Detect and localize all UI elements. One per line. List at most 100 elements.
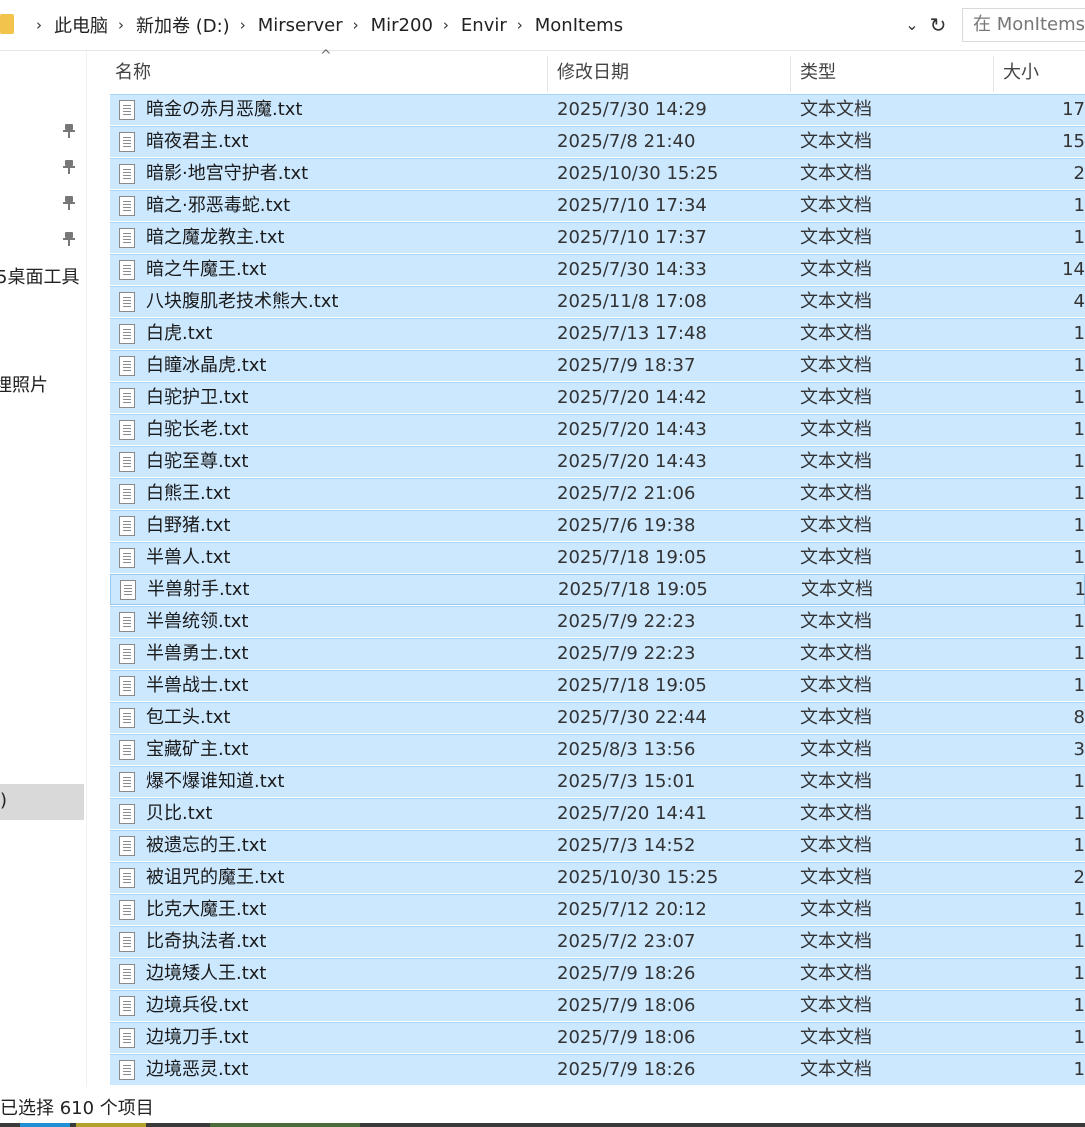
file-name: 被诅咒的魔王.txt — [146, 867, 285, 888]
file-name: 半兽射手.txt — [147, 579, 250, 600]
file-row[interactable]: 边境恶灵.txt 2025/7/9 18:26 文本文档 1 — [110, 1054, 1085, 1085]
breadcrumb-item[interactable]: 此电脑 — [52, 10, 110, 40]
file-row[interactable]: 白熊王.txt 2025/7/2 21:06 文本文档 1 — [110, 478, 1085, 509]
file-row[interactable]: 白虎.txt 2025/7/13 17:48 文本文档 1 — [110, 318, 1085, 349]
file-row[interactable]: 半兽统领.txt 2025/7/9 22:23 文本文档 1 — [110, 606, 1085, 637]
text-file-icon — [119, 260, 135, 280]
file-name: 白驼护卫.txt — [146, 387, 249, 408]
file-row[interactable]: 边境兵役.txt 2025/7/9 18:06 文本文档 1 — [110, 990, 1085, 1021]
header-type[interactable]: 类型 — [800, 52, 836, 94]
text-file-icon — [119, 644, 135, 664]
refresh-icon[interactable]: ↻ — [926, 12, 950, 38]
file-row[interactable]: 暗之·邪恶毒蛇.txt 2025/7/10 17:34 文本文档 1 — [110, 190, 1085, 221]
file-row[interactable]: 半兽射手.txt 2025/7/18 19:05 文本文档 1 — [110, 574, 1085, 605]
search-input[interactable]: 在 MonItems — [962, 8, 1085, 42]
taskbar-strip — [0, 1123, 1085, 1127]
navigation-pane[interactable]: 5桌面工具 埋照片 ) ) — [0, 51, 87, 1087]
selection-count: 已选择 610 个项目 — [0, 1098, 154, 1119]
breadcrumb-chevron-icon[interactable]: › — [36, 16, 42, 34]
text-file-icon — [119, 196, 135, 216]
nav-item-desktop-tools[interactable]: 5桌面工具 — [0, 263, 79, 289]
text-file-icon — [119, 740, 135, 760]
file-row[interactable]: 暗之魔龙教主.txt 2025/7/10 17:37 文本文档 1 — [110, 222, 1085, 253]
text-file-icon — [119, 132, 135, 152]
breadcrumb-chevron-icon[interactable]: › — [240, 16, 246, 34]
file-row[interactable]: 宝藏矿主.txt 2025/8/3 13:56 文本文档 3 — [110, 734, 1085, 765]
nav-item-selected[interactable]: ) — [0, 784, 84, 820]
file-size: 1 — [1073, 835, 1085, 856]
file-row[interactable]: 边境刀手.txt 2025/7/9 18:06 文本文档 1 — [110, 1022, 1085, 1053]
file-row[interactable]: 比奇执法者.txt 2025/7/2 23:07 文本文档 1 — [110, 926, 1085, 957]
file-row[interactable]: 白野猪.txt 2025/7/6 19:38 文本文档 1 — [110, 510, 1085, 541]
file-row[interactable]: 暗金の赤月恶魔.txt 2025/7/30 14:29 文本文档 17 — [110, 94, 1085, 125]
breadcrumb-item[interactable]: 新加卷 (D:) — [134, 10, 232, 40]
text-file-icon — [119, 772, 135, 792]
address-history-chevron-icon[interactable]: ⌄ — [901, 12, 923, 38]
file-name: 边境矮人王.txt — [146, 963, 267, 984]
header-date-modified[interactable]: 修改日期 — [557, 52, 629, 94]
nav-item-drive[interactable]: ) — [0, 827, 1, 848]
file-size: 1 — [1073, 771, 1085, 792]
file-type: 文本文档 — [800, 995, 872, 1016]
breadcrumb[interactable]: › 此电脑 › 新加卷 (D:) › Mirserver › Mir200 › Envir › Mon… — [28, 10, 625, 40]
file-row[interactable]: 白驼长老.txt 2025/7/20 14:43 文本文档 1 — [110, 414, 1085, 445]
file-date: 2025/7/2 21:06 — [557, 483, 696, 504]
file-list[interactable]: 暗金の赤月恶魔.txt 2025/7/30 14:29 文本文档 17 暗夜君主.txt… — [110, 94, 1085, 1087]
text-file-icon — [119, 484, 135, 504]
breadcrumb-chevron-icon[interactable]: › — [118, 16, 124, 34]
file-date: 2025/7/30 22:44 — [557, 707, 707, 728]
file-date: 2025/7/2 23:07 — [557, 931, 696, 952]
text-file-icon — [119, 804, 135, 824]
file-date: 2025/7/18 19:05 — [557, 547, 707, 568]
file-size: 1 — [1073, 451, 1085, 472]
text-file-icon — [119, 356, 135, 376]
file-size: 1 — [1073, 1027, 1085, 1048]
file-type: 文本文档 — [800, 451, 872, 472]
file-row[interactable]: 暗之牛魔王.txt 2025/7/30 14:33 文本文档 14 — [110, 254, 1085, 285]
file-row[interactable]: 白驼至尊.txt 2025/7/20 14:43 文本文档 1 — [110, 446, 1085, 477]
file-row[interactable]: 白驼护卫.txt 2025/7/20 14:42 文本文档 1 — [110, 382, 1085, 413]
file-size: 1 — [1073, 355, 1085, 376]
file-row[interactable]: 暗夜君主.txt 2025/7/8 21:40 文本文档 15 — [110, 126, 1085, 157]
file-row[interactable]: 爆不爆谁知道.txt 2025/7/3 15:01 文本文档 1 — [110, 766, 1085, 797]
file-name: 半兽战士.txt — [146, 675, 249, 696]
breadcrumb-item[interactable]: Mirserver — [256, 13, 345, 38]
breadcrumb-chevron-icon[interactable]: › — [443, 16, 449, 34]
file-size: 1 — [1073, 803, 1085, 824]
file-date: 2025/7/12 20:12 — [557, 899, 707, 920]
file-type: 文本文档 — [800, 1059, 872, 1080]
file-name: 暗夜君主.txt — [146, 131, 249, 152]
file-row[interactable]: 八块腹肌老技术熊大.txt 2025/11/8 17:08 文本文档 4 — [110, 286, 1085, 317]
file-type: 文本文档 — [800, 963, 872, 984]
file-type: 文本文档 — [800, 899, 872, 920]
file-row[interactable]: 比克大魔王.txt 2025/7/12 20:12 文本文档 1 — [110, 894, 1085, 925]
file-row[interactable]: 边境矮人王.txt 2025/7/9 18:26 文本文档 1 — [110, 958, 1085, 989]
text-file-icon — [119, 932, 135, 952]
file-row[interactable]: 半兽勇士.txt 2025/7/9 22:23 文本文档 1 — [110, 638, 1085, 669]
file-row[interactable]: 被遗忘的王.txt 2025/7/3 14:52 文本文档 1 — [110, 830, 1085, 861]
file-row[interactable]: 包工头.txt 2025/7/30 22:44 文本文档 8 — [110, 702, 1085, 733]
breadcrumb-item[interactable]: Envir — [459, 13, 509, 38]
address-bar[interactable]: › 此电脑 › 新加卷 (D:) › Mirserver › Mir200 › Envir › Mon… — [0, 0, 1085, 51]
file-row[interactable]: 暗影·地宫守护者.txt 2025/10/30 15:25 文本文档 2 — [110, 158, 1085, 189]
file-size: 1 — [1073, 643, 1085, 664]
nav-item-photos[interactable]: 埋照片 — [0, 371, 48, 397]
breadcrumb-item[interactable]: MonItems — [533, 13, 625, 38]
file-date: 2025/7/10 17:37 — [557, 227, 707, 248]
file-row[interactable]: 半兽人.txt 2025/7/18 19:05 文本文档 1 — [110, 542, 1085, 573]
file-date: 2025/11/8 17:08 — [557, 291, 707, 312]
file-type: 文本文档 — [800, 163, 872, 184]
header-name[interactable]: 名称 — [115, 52, 151, 94]
text-file-icon — [119, 996, 135, 1016]
header-size[interactable]: 大小 — [1003, 52, 1039, 94]
file-row[interactable]: 贝比.txt 2025/7/20 14:41 文本文档 1 — [110, 798, 1085, 829]
breadcrumb-item[interactable]: Mir200 — [369, 13, 435, 38]
text-file-icon — [119, 836, 135, 856]
file-row[interactable]: 半兽战士.txt 2025/7/18 19:05 文本文档 1 — [110, 670, 1085, 701]
file-type: 文本文档 — [800, 515, 872, 536]
breadcrumb-chevron-icon[interactable]: › — [353, 16, 359, 34]
file-row[interactable]: 白瞳冰晶虎.txt 2025/7/9 18:37 文本文档 1 — [110, 350, 1085, 381]
breadcrumb-chevron-icon[interactable]: › — [517, 16, 523, 34]
file-row[interactable]: 被诅咒的魔王.txt 2025/10/30 15:25 文本文档 2 — [110, 862, 1085, 893]
text-file-icon — [119, 164, 135, 184]
